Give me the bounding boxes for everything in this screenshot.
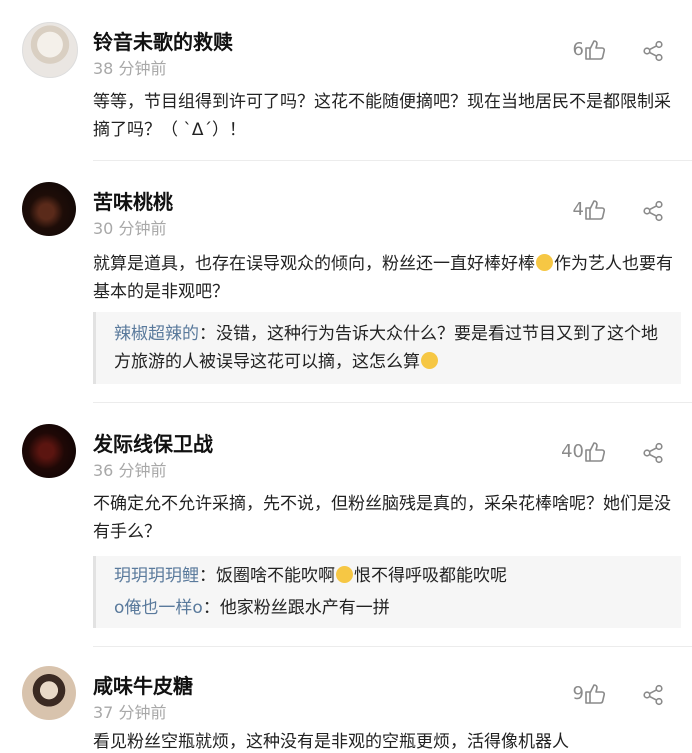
reply-box: 辣椒超辣的：没错，这种行为告诉大众什么？要是看过节目又到了这个地方旅游的人被误导… (93, 312, 681, 384)
thumbs-up-icon[interactable] (584, 441, 606, 467)
comment-actions: 6 (540, 37, 670, 67)
comment-text: 不确定允不允许采摘，先不说，但粉丝脑残是真的，采朵花棒啥呢？她们是没有手么？ (93, 494, 671, 542)
comment-time: 36 分钟前 (93, 461, 167, 480)
comment-username[interactable]: 咸味牛皮糖 (93, 670, 193, 699)
comment-text-part: 就算是道具，也存在误导观众的倾向，粉丝还一直好棒好棒 (93, 254, 535, 274)
comment-text: 就算是道具，也存在误导观众的倾向，粉丝还一直好棒好棒 作为艺人也要有基本的是非观吧… (93, 250, 678, 306)
comment-username[interactable]: 铃音未歌的救赎 (93, 26, 233, 55)
comment-actions: 40 (540, 439, 670, 469)
reply-separator: ： (199, 566, 216, 586)
reply-username[interactable]: 玥玥玥玥鲤 (114, 566, 199, 586)
comment-time: 30 分钟前 (93, 219, 167, 238)
reply-item: o俺也一样o：他家粉丝跟水产有一拼 (114, 594, 674, 622)
comment-text: 看见粉丝空瓶就烦，这种没有是非观的空瓶更烦，活得像机器人 (93, 732, 569, 752)
like-count: 4 (572, 199, 584, 220)
reply-separator: ： (199, 324, 216, 344)
comment-actions: 4 (540, 197, 670, 227)
comment-username[interactable]: 苦味桃桃 (93, 186, 173, 215)
comment-time: 37 分钟前 (93, 703, 167, 722)
smile-emoji-icon (336, 566, 353, 583)
avatar[interactable] (22, 182, 76, 236)
grin-emoji-icon (536, 254, 553, 271)
like-count: 40 (561, 441, 584, 462)
reply-username[interactable]: 辣椒超辣的 (114, 324, 199, 344)
thumbs-up-icon[interactable] (584, 683, 606, 709)
reply-text: 恨不得呼吸都能吹呢 (354, 566, 507, 586)
divider (93, 160, 692, 161)
reply-box: 玥玥玥玥鲤：饭圈啥不能吹啊 恨不得呼吸都能吹呢 o俺也一样o：他家粉丝跟水产有一拼 (93, 556, 681, 628)
like-count: 6 (572, 39, 584, 60)
share-icon[interactable] (642, 442, 664, 468)
comment-username[interactable]: 发际线保卫战 (93, 428, 213, 457)
reply-text: 饭圈啥不能吹啊 (216, 566, 335, 586)
comment-actions: 9 (540, 681, 670, 711)
smile-emoji-icon (421, 352, 438, 369)
divider (93, 402, 692, 403)
share-icon[interactable] (642, 684, 664, 710)
reply-text: 他家粉丝跟水产有一拼 (219, 598, 390, 618)
avatar[interactable] (22, 424, 76, 478)
avatar[interactable] (22, 666, 76, 720)
thumbs-up-icon[interactable] (584, 39, 606, 65)
comment-text: 等等，节目组得到许可了吗？这花不能随便摘吧？现在当地居民不是都限制采摘了吗？（ … (93, 92, 671, 140)
like-count: 9 (572, 683, 584, 704)
reply-username[interactable]: o俺也一样o (114, 598, 203, 618)
share-icon[interactable] (642, 200, 664, 226)
thumbs-up-icon[interactable] (584, 199, 606, 225)
share-icon[interactable] (642, 40, 664, 66)
reply-item: 辣椒超辣的：没错，这种行为告诉大众什么？要是看过节目又到了这个地方旅游的人被误导… (114, 320, 674, 376)
comment-time: 38 分钟前 (93, 59, 167, 78)
divider (93, 646, 692, 647)
reply-item: 玥玥玥玥鲤：饭圈啥不能吹啊 恨不得呼吸都能吹呢 (114, 562, 674, 590)
avatar[interactable] (22, 22, 78, 78)
reply-separator: ： (202, 598, 220, 618)
